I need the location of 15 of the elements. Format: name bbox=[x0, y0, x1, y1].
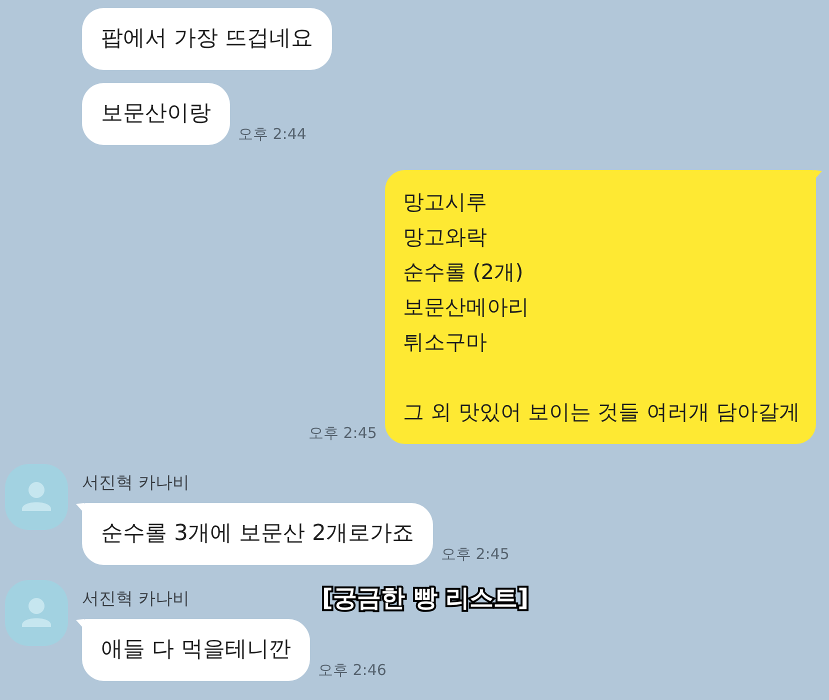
message-bubble: 팝에서 가장 뜨겁네요 bbox=[82, 8, 332, 70]
sender-name: 서진혁 카나비 bbox=[82, 589, 190, 609]
message-bubble: 애들 다 먹을테니깐 bbox=[82, 619, 310, 681]
video-caption: [궁금한 빵 리스트] bbox=[322, 583, 529, 614]
message-bubble: 순수롤 3개에 보문산 2개로가죠 bbox=[82, 503, 433, 565]
message-time: 오후 2:45 bbox=[440, 545, 510, 563]
message-time: 오후 2:46 bbox=[318, 661, 386, 679]
bubble-tail-icon bbox=[814, 170, 822, 180]
message-bubble: 보문산이랑 bbox=[82, 83, 230, 145]
message-time: 오후 2:44 bbox=[238, 125, 306, 143]
sender-name: 서진혁 카나비 bbox=[82, 473, 190, 493]
sent-message-bubble: 망고시루 망고와락 순수롤 (2개) 보문산메아리 튀소구마 그 외 맛있어 보이는 것들 여러개 담아갈게 bbox=[384, 170, 816, 444]
avatar-icon[interactable] bbox=[5, 464, 68, 530]
message-time: 오후 2:45 bbox=[308, 424, 377, 442]
avatar-icon[interactable] bbox=[5, 580, 68, 646]
